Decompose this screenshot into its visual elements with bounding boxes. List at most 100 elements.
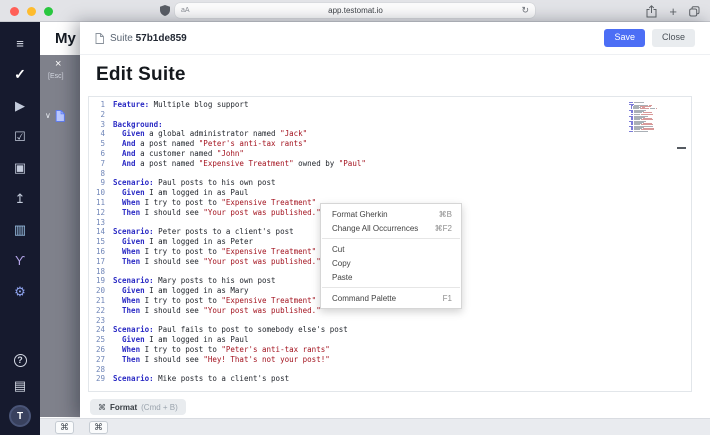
code-token: "John" xyxy=(217,149,244,158)
editor-line-23[interactable]: 23 xyxy=(89,316,691,326)
menu-item-format-gherkin[interactable]: Format Gherkin⌘B xyxy=(321,207,461,221)
sidebar-item-suites[interactable]: ▣ xyxy=(0,152,40,183)
drawer-close-button[interactable]: × xyxy=(55,59,61,70)
editor-line-4[interactable]: 4 Given a global administrator named "Ja… xyxy=(89,129,691,139)
line-number: 5 xyxy=(89,139,113,149)
user-avatar[interactable]: T xyxy=(9,405,31,427)
sidebar-item-runs[interactable]: ▶ xyxy=(0,90,40,121)
code-token: I am logged in as Paul xyxy=(145,335,249,344)
share-icon[interactable] xyxy=(646,5,657,18)
suite-tree-item[interactable]: ∨ xyxy=(45,110,65,122)
save-button[interactable]: Save xyxy=(604,29,645,47)
editor-line-8[interactable]: 8 xyxy=(89,169,691,179)
editor-line-3[interactable]: 3Background: xyxy=(89,120,691,130)
line-content: Feature: Multiple blog support xyxy=(113,100,248,110)
editor-minimap[interactable] xyxy=(629,102,657,132)
editor-line-6[interactable]: 6 And a customer named "John" xyxy=(89,149,691,159)
code-token: Given xyxy=(122,129,145,138)
browser-toolbar-right: + xyxy=(646,3,700,19)
line-content: Scenario: Mary posts to his own post xyxy=(113,276,276,286)
minimap-line xyxy=(629,124,657,125)
code-token xyxy=(113,306,122,315)
zoom-window-button[interactable] xyxy=(44,7,53,16)
menu-item-change-all-occurrences[interactable]: Change All Occurrences⌘F2 xyxy=(321,221,461,235)
code-token: Then xyxy=(122,355,140,364)
line-number: 10 xyxy=(89,188,113,198)
line-content: And a customer named "John" xyxy=(113,149,244,159)
format-button[interactable]: ⌘ Format (Cmd + B) xyxy=(90,399,186,415)
line-content: Then I should see "Your post was publish… xyxy=(113,257,321,267)
chevron-down-icon[interactable]: ∨ xyxy=(45,112,51,120)
shield-icon[interactable] xyxy=(160,5,170,16)
browser-chrome: aA app.testomat.io ↻ + xyxy=(0,0,710,22)
menu-item-paste[interactable]: Paste xyxy=(321,270,461,284)
editor-line-9[interactable]: 9Scenario: Paul posts to his own post xyxy=(89,178,691,188)
sidebar-item-import-export[interactable]: ↥ xyxy=(0,183,40,214)
reader-mode-button[interactable]: aA xyxy=(181,7,190,14)
editor-context-menu: Format Gherkin⌘BChange All Occurrences⌘F… xyxy=(320,203,462,309)
address-bar[interactable]: aA app.testomat.io ↻ xyxy=(175,3,535,18)
minimize-window-button[interactable] xyxy=(27,7,36,16)
line-number: 17 xyxy=(89,257,113,267)
sidebar-item-branches[interactable]: ϒ xyxy=(0,245,40,276)
code-token: "Expensive Treatment" xyxy=(221,198,316,207)
window-controls xyxy=(10,7,53,16)
code-token xyxy=(113,188,122,197)
line-number: 4 xyxy=(89,129,113,139)
sidebar-item-settings[interactable]: ⚙ xyxy=(0,276,40,307)
code-token xyxy=(113,129,122,138)
sidebar-item-analytics[interactable]: ▥ xyxy=(0,214,40,245)
line-number: 24 xyxy=(89,325,113,335)
code-token: I should see xyxy=(140,208,203,217)
editor-line-5[interactable]: 5 And a post named "Peter's anti-tax ran… xyxy=(89,139,691,149)
code-token: "Expensive Treatment" xyxy=(199,159,294,168)
editor-line-7[interactable]: 7 And a post named "Expensive Treatment"… xyxy=(89,159,691,169)
settings-icon: ⚙ xyxy=(14,284,26,300)
analytics-icon: ▥ xyxy=(14,222,26,238)
line-number: 16 xyxy=(89,247,113,257)
overview-ruler-marker xyxy=(677,147,686,149)
code-token: a global administrator named xyxy=(145,129,280,138)
menu-item-cut[interactable]: Cut xyxy=(321,242,461,256)
sidebar-item-tests[interactable]: ✓ xyxy=(0,59,40,90)
line-content: Scenario: Paul fails to post to somebody… xyxy=(113,325,348,335)
breadcrumb: Suite 57b1de859 xyxy=(110,33,187,44)
sidebar-item-menu[interactable]: ≡ xyxy=(0,28,40,59)
close-button[interactable]: Close xyxy=(652,29,695,47)
editor-line-25[interactable]: 25 Given I am logged in as Paul xyxy=(89,335,691,345)
menu-item-label: Cut xyxy=(332,245,344,254)
sidebar-item-test-plans[interactable]: ☑ xyxy=(0,121,40,152)
minimap-line xyxy=(629,114,657,115)
menu-icon: ≡ xyxy=(16,36,24,51)
editor-line-26[interactable]: 26 When I try to post to "Peter's anti-t… xyxy=(89,345,691,355)
editor-line-29[interactable]: 29Scenario: Mike posts to a client's pos… xyxy=(89,374,691,384)
line-number: 28 xyxy=(89,365,113,375)
tab-overview-icon[interactable] xyxy=(689,6,700,17)
close-window-button[interactable] xyxy=(10,7,19,16)
project-title: My xyxy=(55,30,76,47)
command-key-hint[interactable]: ⌘ xyxy=(89,421,108,434)
new-tab-icon[interactable]: + xyxy=(669,5,677,18)
editor-line-10[interactable]: 10 Given I am logged in as Paul xyxy=(89,188,691,198)
line-content: Given a global administrator named "Jack… xyxy=(113,129,307,139)
sidebar-item-help[interactable]: ? xyxy=(0,347,40,373)
menu-item-command-palette[interactable]: Command PaletteF1 xyxy=(321,291,461,305)
line-number: 22 xyxy=(89,306,113,316)
editor-line-28[interactable]: 28 xyxy=(89,365,691,375)
command-key-icon: ⌘ xyxy=(98,403,106,412)
menu-item-copy[interactable]: Copy xyxy=(321,256,461,270)
editor-line-24[interactable]: 24Scenario: Paul fails to post to somebo… xyxy=(89,325,691,335)
line-number: 8 xyxy=(89,169,113,179)
editor-line-1[interactable]: 1Feature: Multiple blog support xyxy=(89,100,691,110)
code-token: "Expensive Treatment" xyxy=(221,296,316,305)
line-number: 3 xyxy=(89,120,113,130)
reload-icon[interactable]: ↻ xyxy=(521,5,529,16)
sidebar-item-docs[interactable]: ▤ xyxy=(0,373,40,399)
code-token: "Jack" xyxy=(280,129,307,138)
command-key-hint[interactable]: ⌘ xyxy=(55,421,74,434)
editor-line-27[interactable]: 27 Then I should see "Hey! That's not yo… xyxy=(89,355,691,365)
code-token: Scenario: xyxy=(113,374,154,383)
editor-line-2[interactable]: 2 xyxy=(89,110,691,120)
code-token: "Your post was published." xyxy=(203,257,320,266)
minimap-line xyxy=(629,108,657,109)
